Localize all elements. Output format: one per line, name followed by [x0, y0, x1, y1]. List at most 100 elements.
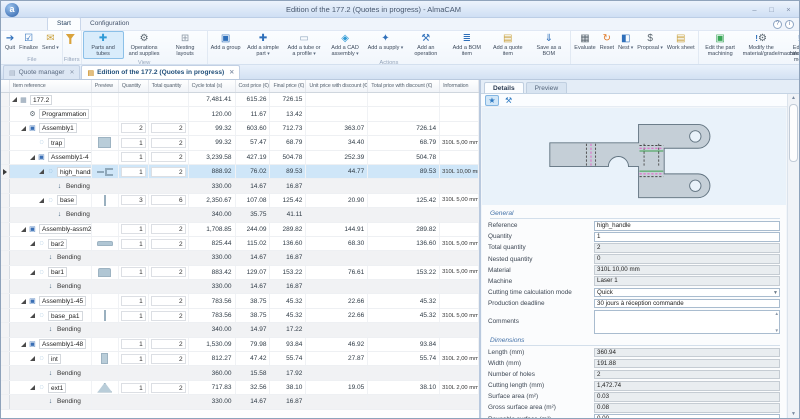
table-row[interactable]: ↓Bending340.0014.9717.22: [1, 323, 479, 337]
quantity-value[interactable]: 2: [151, 239, 186, 249]
expander-icon[interactable]: [30, 313, 35, 318]
row-selector[interactable]: [1, 151, 10, 164]
table-row[interactable]: ↓Bending330.0014.6716.87: [1, 395, 479, 409]
row-selector[interactable]: [1, 395, 10, 408]
quantity-value[interactable]: 6: [151, 195, 186, 205]
row-selector[interactable]: [1, 208, 10, 221]
table-row[interactable]: ▣Assembly12299.32603.60712.73363.07726.1…: [1, 122, 479, 136]
row-selector[interactable]: [1, 294, 10, 307]
quantity-value[interactable]: 1: [121, 296, 146, 306]
parts-and-tubes-button[interactable]: ✚Parts and tubes: [83, 31, 124, 59]
table-row[interactable]: ↓Bending330.0014.6716.87: [1, 179, 479, 193]
column-header-preview[interactable]: Preview: [92, 80, 119, 92]
add-a-cad-assembly-button[interactable]: ◈Add a CAD assembly ▾: [325, 31, 366, 59]
expander-icon[interactable]: [30, 241, 35, 246]
quantity-value[interactable]: 1: [121, 383, 146, 393]
table-row[interactable]: ◌base362,350.67107.08125.4220.90125.4231…: [1, 194, 479, 208]
favorite-star-icon[interactable]: ★: [485, 95, 499, 106]
quantity-value[interactable]: 2: [151, 167, 186, 177]
cutting-time-calculation-mode-field[interactable]: Quick▼: [594, 288, 780, 298]
add-a-quote-item-button[interactable]: ▤Add a quote item: [487, 31, 528, 59]
close-button[interactable]: ×: [780, 2, 797, 17]
scroll-down-icon[interactable]: ▼: [788, 411, 799, 417]
table-row[interactable]: ◌ext112717.8332.5638.1019.0538.10310L 2,…: [1, 381, 479, 395]
row-selector[interactable]: [1, 323, 10, 336]
quantity-value[interactable]: 2: [151, 311, 186, 321]
quantity-value[interactable]: 1: [121, 152, 146, 162]
maximize-button[interactable]: □: [763, 2, 780, 17]
quantity-field[interactable]: 1: [594, 232, 780, 242]
tab-close-icon[interactable]: ✕: [229, 69, 234, 76]
row-selector[interactable]: [1, 107, 10, 120]
row-selector[interactable]: [1, 366, 10, 379]
table-row[interactable]: ◌base_pa112783.5638.7545.3222.6645.32310…: [1, 309, 479, 323]
details-tab-preview[interactable]: Preview: [526, 82, 567, 93]
table-row[interactable]: ◌high_handle12888.9276.0289.5344.7789.53…: [1, 165, 479, 179]
work-sheet-button[interactable]: ▤Work sheet: [665, 31, 697, 53]
expander-icon[interactable]: [30, 356, 35, 361]
table-row[interactable]: ↓Bending340.0035.7541.11: [1, 208, 479, 222]
almacam-logo[interactable]: a: [5, 3, 19, 17]
table-row[interactable]: ◌bar112883.42129.07153.2276.61153.22310L…: [1, 266, 479, 280]
help-icon[interactable]: ?: [773, 20, 782, 29]
quantity-value[interactable]: 2: [151, 123, 186, 133]
quantity-value[interactable]: 1: [121, 354, 146, 364]
row-selector[interactable]: [1, 223, 10, 236]
comments-field[interactable]: [594, 310, 780, 334]
row-selector[interactable]: [1, 338, 10, 351]
save-as-a-bom-button[interactable]: ⇓Save as a BOM: [528, 31, 569, 59]
add-a-tube-or-a-profile-button[interactable]: ▭Add a tube or a profile ▾: [284, 31, 325, 59]
add-a-supply-button[interactable]: ✦Add a supply ▾: [366, 31, 406, 53]
nest-button[interactable]: ◧Nest ▾: [616, 31, 635, 53]
textarea-scroll-down-icon[interactable]: ▼: [775, 328, 779, 333]
expander-icon[interactable]: [39, 198, 44, 203]
ribbon-tab-start[interactable]: Start: [47, 17, 81, 30]
finalize-button[interactable]: ☑Finalize: [17, 31, 40, 53]
quantity-value[interactable]: 2: [151, 152, 186, 162]
reference-field[interactable]: high_handle: [594, 221, 780, 231]
table-row[interactable]: ▣Assembly1-48121,530.0979.9893.8446.9293…: [1, 338, 479, 352]
quantity-value[interactable]: 2: [151, 383, 186, 393]
doc-tab-quote-manager[interactable]: ▤Quote manager✕: [3, 65, 80, 79]
expander-icon[interactable]: [21, 299, 26, 304]
expander-icon[interactable]: [21, 126, 26, 131]
row-selector[interactable]: [1, 251, 10, 264]
row-selector[interactable]: [1, 352, 10, 365]
quantity-value[interactable]: 1: [121, 339, 146, 349]
details-scrollbar[interactable]: ▲ ▼: [787, 94, 799, 418]
table-row[interactable]: ↓Bending330.0014.6716.87: [1, 251, 479, 265]
table-row[interactable]: ↓Bending330.0014.6716.87: [1, 280, 479, 294]
quantity-value[interactable]: 1: [121, 224, 146, 234]
expander-icon[interactable]: [39, 169, 44, 174]
table-row[interactable]: ▣Assembly1-4512783.5638.7545.3222.6645.3…: [1, 294, 479, 308]
operations-and-supplies-button[interactable]: ⚙Operations and supplies: [124, 31, 165, 59]
send-button[interactable]: ✉Send ▾: [40, 31, 61, 53]
column-header-information[interactable]: Information: [440, 80, 479, 92]
table-row[interactable]: ◌bar212825.44115.02136.6068.30136.60310L…: [1, 237, 479, 251]
add-a-simple-part-button[interactable]: ✚Add a simple part ▾: [243, 31, 284, 59]
info-icon[interactable]: i: [785, 20, 794, 29]
quantity-value[interactable]: 1: [121, 239, 146, 249]
column-header-cost-price[interactable]: Cost price (€): [236, 80, 271, 92]
quit-button[interactable]: ➔Quit: [3, 31, 17, 53]
column-header-total-price-with-discount[interactable]: Total price with discount (€): [368, 80, 440, 92]
tools-icon[interactable]: ⚒: [503, 95, 514, 106]
row-selector[interactable]: [1, 309, 10, 322]
column-header-quantity[interactable]: Quantity: [119, 80, 149, 92]
table-row[interactable]: ↓Bending360.0015.5817.92: [1, 366, 479, 380]
expander-icon[interactable]: [21, 227, 26, 232]
details-tab-details[interactable]: Details: [484, 82, 524, 93]
proposal-button[interactable]: $Proposal ▾: [635, 31, 665, 53]
column-header-total-quantity[interactable]: Total quantity: [149, 80, 189, 92]
add-an-operation-button[interactable]: ⚒Add an operation: [405, 31, 446, 59]
quantity-value[interactable]: 1: [121, 311, 146, 321]
ribbon-tab-configuration[interactable]: Configuration: [81, 18, 138, 30]
expander-icon[interactable]: [12, 97, 17, 102]
quantity-value[interactable]: 2: [121, 123, 146, 133]
expander-icon[interactable]: [21, 342, 26, 347]
column-header-item-reference[interactable]: Item reference: [10, 80, 92, 92]
textarea-scroll-up-icon[interactable]: ▲: [775, 311, 779, 316]
row-selector[interactable]: [1, 194, 10, 207]
column-header-final-price[interactable]: Final price (€): [270, 80, 306, 92]
table-row[interactable]: ▣Assembly-assm25121,708.85244.09289.8214…: [1, 223, 479, 237]
